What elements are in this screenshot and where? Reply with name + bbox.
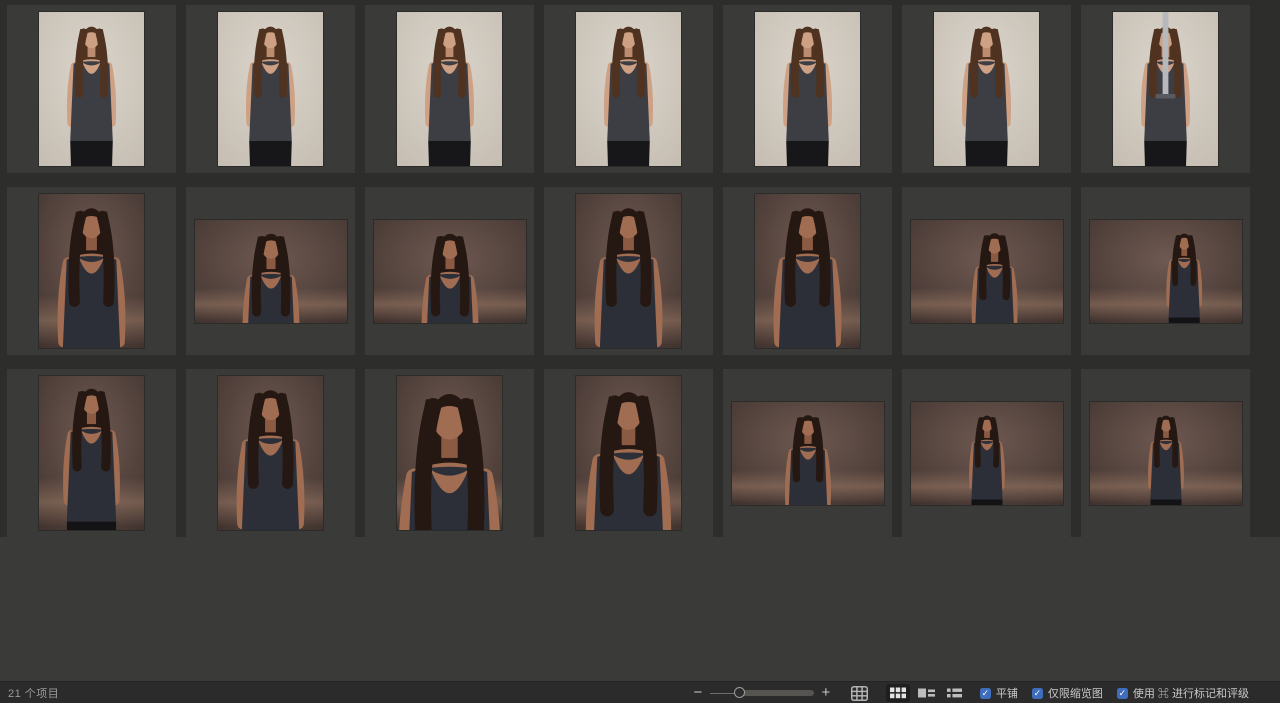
thumbnails-only-checkbox[interactable]: ✓ 仅限缩览图: [1032, 685, 1103, 701]
thumbnails-only-checkbox-label: 仅限缩览图: [1048, 685, 1103, 701]
thumbnail-cell[interactable]: [365, 187, 534, 355]
tile-checkbox-label: 平铺: [996, 685, 1018, 701]
list-view-icon[interactable]: [943, 684, 966, 702]
thumbnail-size-slider[interactable]: [710, 682, 814, 703]
thumbnail-cell[interactable]: [723, 187, 892, 355]
photo-thumbnail[interactable]: [732, 402, 884, 505]
photo-thumbnail[interactable]: [1090, 402, 1242, 505]
photo-thumbnail[interactable]: [755, 194, 860, 348]
status-bar: 21 个项目 − +: [0, 681, 1280, 703]
thumbnail-cell[interactable]: [1081, 187, 1250, 355]
thumbnail-cell[interactable]: [723, 5, 892, 173]
thumbnail-cell[interactable]: [7, 187, 176, 355]
photo-browser-window: 21 个项目 − +: [0, 0, 1280, 703]
item-count-label: 21 个项目: [8, 685, 59, 701]
statusbar-controls: − +: [691, 682, 1249, 703]
photo-thumbnail[interactable]: [934, 12, 1039, 166]
photo-thumbnail[interactable]: [218, 376, 323, 530]
photo-thumbnail[interactable]: [374, 220, 526, 323]
thumbnail-cell[interactable]: [1081, 5, 1250, 173]
photo-thumbnail[interactable]: [39, 12, 144, 166]
browser-grid-icon[interactable]: [847, 684, 872, 702]
photo-thumbnail[interactable]: [39, 376, 144, 530]
thumbnail-cell[interactable]: [902, 187, 1071, 355]
thumbnail-cell[interactable]: [186, 369, 355, 537]
cmd-tag-rate-checkbox-label: 使用 ⌘ 进行标记和评级: [1133, 685, 1249, 701]
thumbnail-cell[interactable]: [902, 369, 1071, 537]
thumbnail-cell[interactable]: [902, 5, 1071, 173]
thumbnail-cell[interactable]: [544, 187, 713, 355]
photo-thumbnail[interactable]: [911, 402, 1063, 505]
zoom-out-button[interactable]: −: [691, 683, 705, 703]
photo-thumbnail[interactable]: [397, 376, 502, 530]
thumbnail-cell[interactable]: [544, 369, 713, 537]
slider-track: [740, 690, 814, 696]
thumbnail-cell[interactable]: [723, 369, 892, 537]
photo-thumbnail[interactable]: [218, 12, 323, 166]
thumbnail-cell[interactable]: [365, 369, 534, 537]
thumbnail-cell[interactable]: [7, 369, 176, 537]
thumbnail-cell[interactable]: [1081, 369, 1250, 537]
checkbox-icon: ✓: [980, 688, 991, 699]
thumbnail-cell[interactable]: [544, 5, 713, 173]
photo-thumbnail[interactable]: [397, 12, 502, 166]
filmstrip-view-icon[interactable]: [914, 684, 939, 702]
photo-thumbnail[interactable]: [39, 194, 144, 348]
cmd-tag-rate-checkbox[interactable]: ✓ 使用 ⌘ 进行标记和评级: [1117, 685, 1249, 701]
checkbox-icon: ✓: [1032, 688, 1043, 699]
photo-thumbnail[interactable]: [911, 220, 1063, 323]
grid-view-icon[interactable]: [886, 684, 910, 702]
photo-thumbnail[interactable]: [1090, 220, 1242, 323]
photo-thumbnail[interactable]: [1113, 12, 1218, 166]
photo-thumbnail[interactable]: [576, 12, 681, 166]
zoom-in-button[interactable]: +: [819, 683, 833, 703]
tile-checkbox[interactable]: ✓ 平铺: [980, 685, 1018, 701]
grid-right-margin: [1250, 0, 1280, 537]
thumbnail-cell[interactable]: [365, 5, 534, 173]
slider-knob[interactable]: [734, 687, 745, 698]
thumbnail-grid-area: [0, 0, 1280, 681]
photo-thumbnail[interactable]: [576, 194, 681, 348]
thumbnail-cell[interactable]: [7, 5, 176, 173]
thumbnail-cell[interactable]: [186, 5, 355, 173]
thumbnail-grid: [0, 0, 1250, 537]
photo-thumbnail[interactable]: [755, 12, 860, 166]
photo-thumbnail[interactable]: [576, 376, 681, 530]
thumbnail-cell[interactable]: [186, 187, 355, 355]
photo-thumbnail[interactable]: [195, 220, 347, 323]
checkbox-icon: ✓: [1117, 688, 1128, 699]
